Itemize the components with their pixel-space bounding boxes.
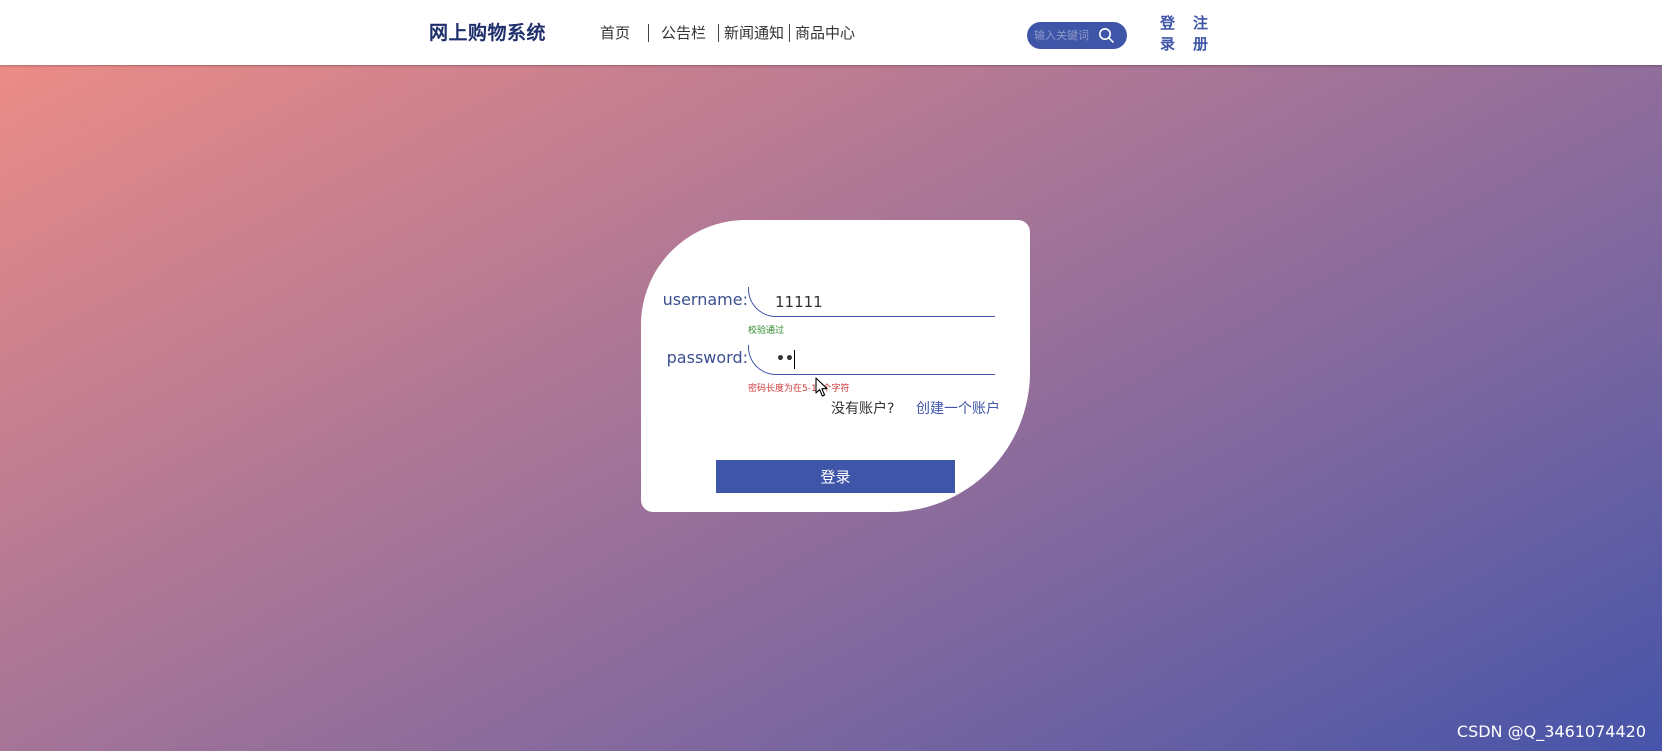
nav-separator	[789, 23, 791, 42]
password-label: password:	[666, 348, 748, 367]
username-validation-hint: 校验通过	[748, 326, 785, 336]
login-button[interactable]: 登录	[716, 460, 955, 493]
text-caret	[794, 350, 795, 369]
nav-separator	[718, 23, 720, 42]
top-navbar: 网上购物系统 首页 公告栏 新闻通知 商品中心 登录 注册	[0, 0, 1662, 65]
nav-news[interactable]: 新闻通知	[724, 22, 784, 43]
nav-separator	[648, 23, 650, 42]
password-input[interactable]: ••	[776, 351, 794, 367]
site-brand[interactable]: 网上购物系统	[429, 18, 546, 45]
username-label: username:	[662, 290, 748, 309]
search-icon[interactable]	[1098, 27, 1115, 44]
password-field[interactable]: ••	[748, 345, 995, 375]
search-input[interactable]	[1034, 26, 1094, 45]
nav-home[interactable]: 首页	[600, 22, 630, 43]
header-login-link[interactable]: 登录	[1160, 13, 1176, 55]
no-account-text: 没有账户?	[831, 401, 895, 417]
nav-products[interactable]: 商品中心	[795, 22, 855, 43]
login-card: username: 校验通过 password: •• 密码长度为在5-10个字…	[641, 220, 1030, 512]
username-input[interactable]	[775, 291, 975, 313]
password-validation-hint: 密码长度为在5-10个字符	[748, 384, 850, 394]
username-field[interactable]	[748, 287, 995, 317]
nav-bulletin[interactable]: 公告栏	[661, 22, 706, 43]
main-nav: 首页 公告栏 新闻通知 商品中心	[600, 22, 855, 43]
mouse-cursor-icon	[815, 377, 828, 397]
watermark: CSDN @Q_3461074420	[1456, 722, 1646, 741]
search-box	[1027, 22, 1127, 49]
header-register-link[interactable]: 注册	[1193, 13, 1209, 55]
create-account-link[interactable]: 创建一个账户	[916, 398, 1000, 418]
